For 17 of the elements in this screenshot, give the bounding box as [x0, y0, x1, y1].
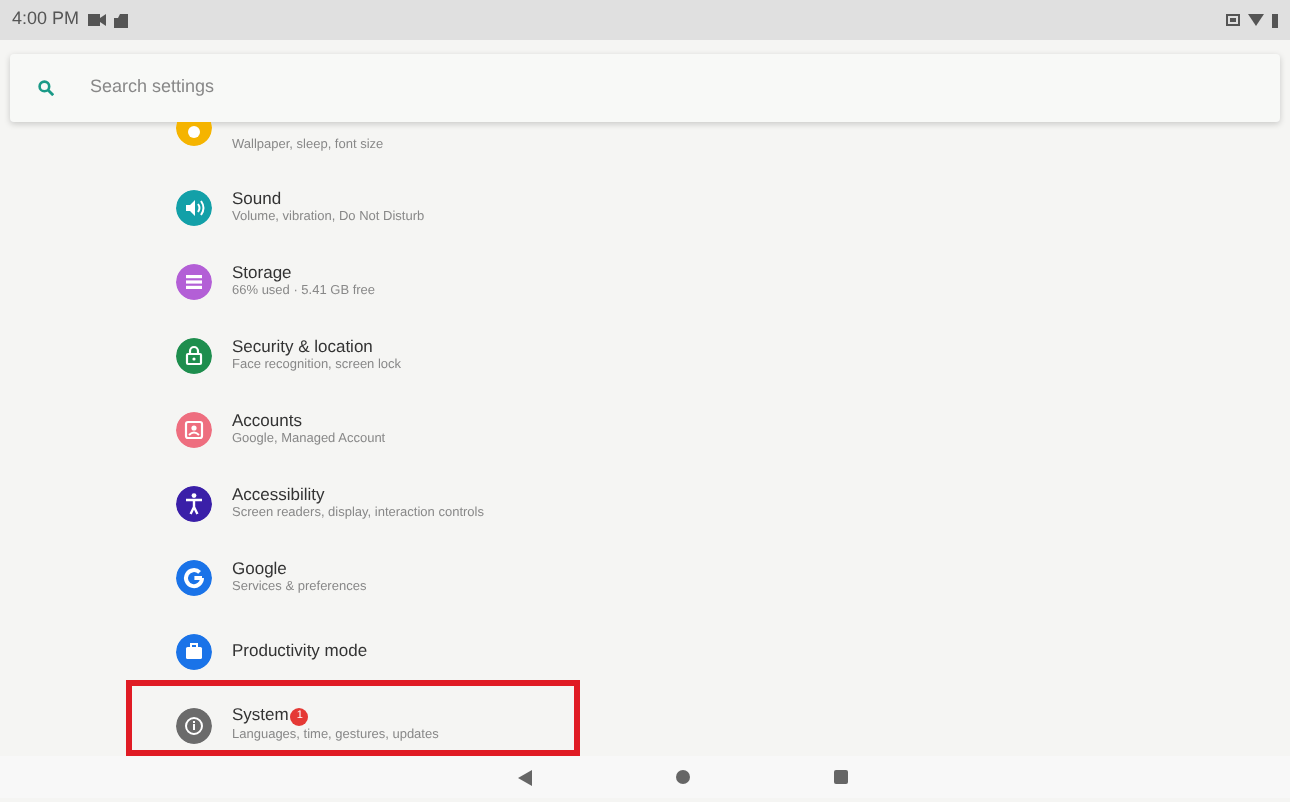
- item-title: Storage: [232, 261, 292, 282]
- wifi-icon: [1248, 14, 1264, 26]
- home-icon[interactable]: [676, 770, 690, 784]
- item-title: Accessibility: [232, 483, 325, 504]
- search-icon: [38, 80, 54, 96]
- item-title: Productivity mode: [232, 640, 368, 661]
- item-title: System: [232, 704, 289, 725]
- settings-item[interactable]: Productivity mode: [0, 614, 1290, 688]
- item-title: Sound: [232, 187, 282, 208]
- status-time: 4:00 PM: [12, 6, 80, 33]
- item-title: Accounts: [232, 409, 302, 430]
- item-title: Security & location: [232, 335, 373, 356]
- back-icon[interactable]: [518, 769, 532, 785]
- search-input[interactable]: Search settings: [86, 72, 1206, 104]
- item-title: Google: [232, 557, 287, 578]
- search-field[interactable]: Search settings: [10, 54, 1280, 122]
- video-camera-icon: [87, 14, 106, 26]
